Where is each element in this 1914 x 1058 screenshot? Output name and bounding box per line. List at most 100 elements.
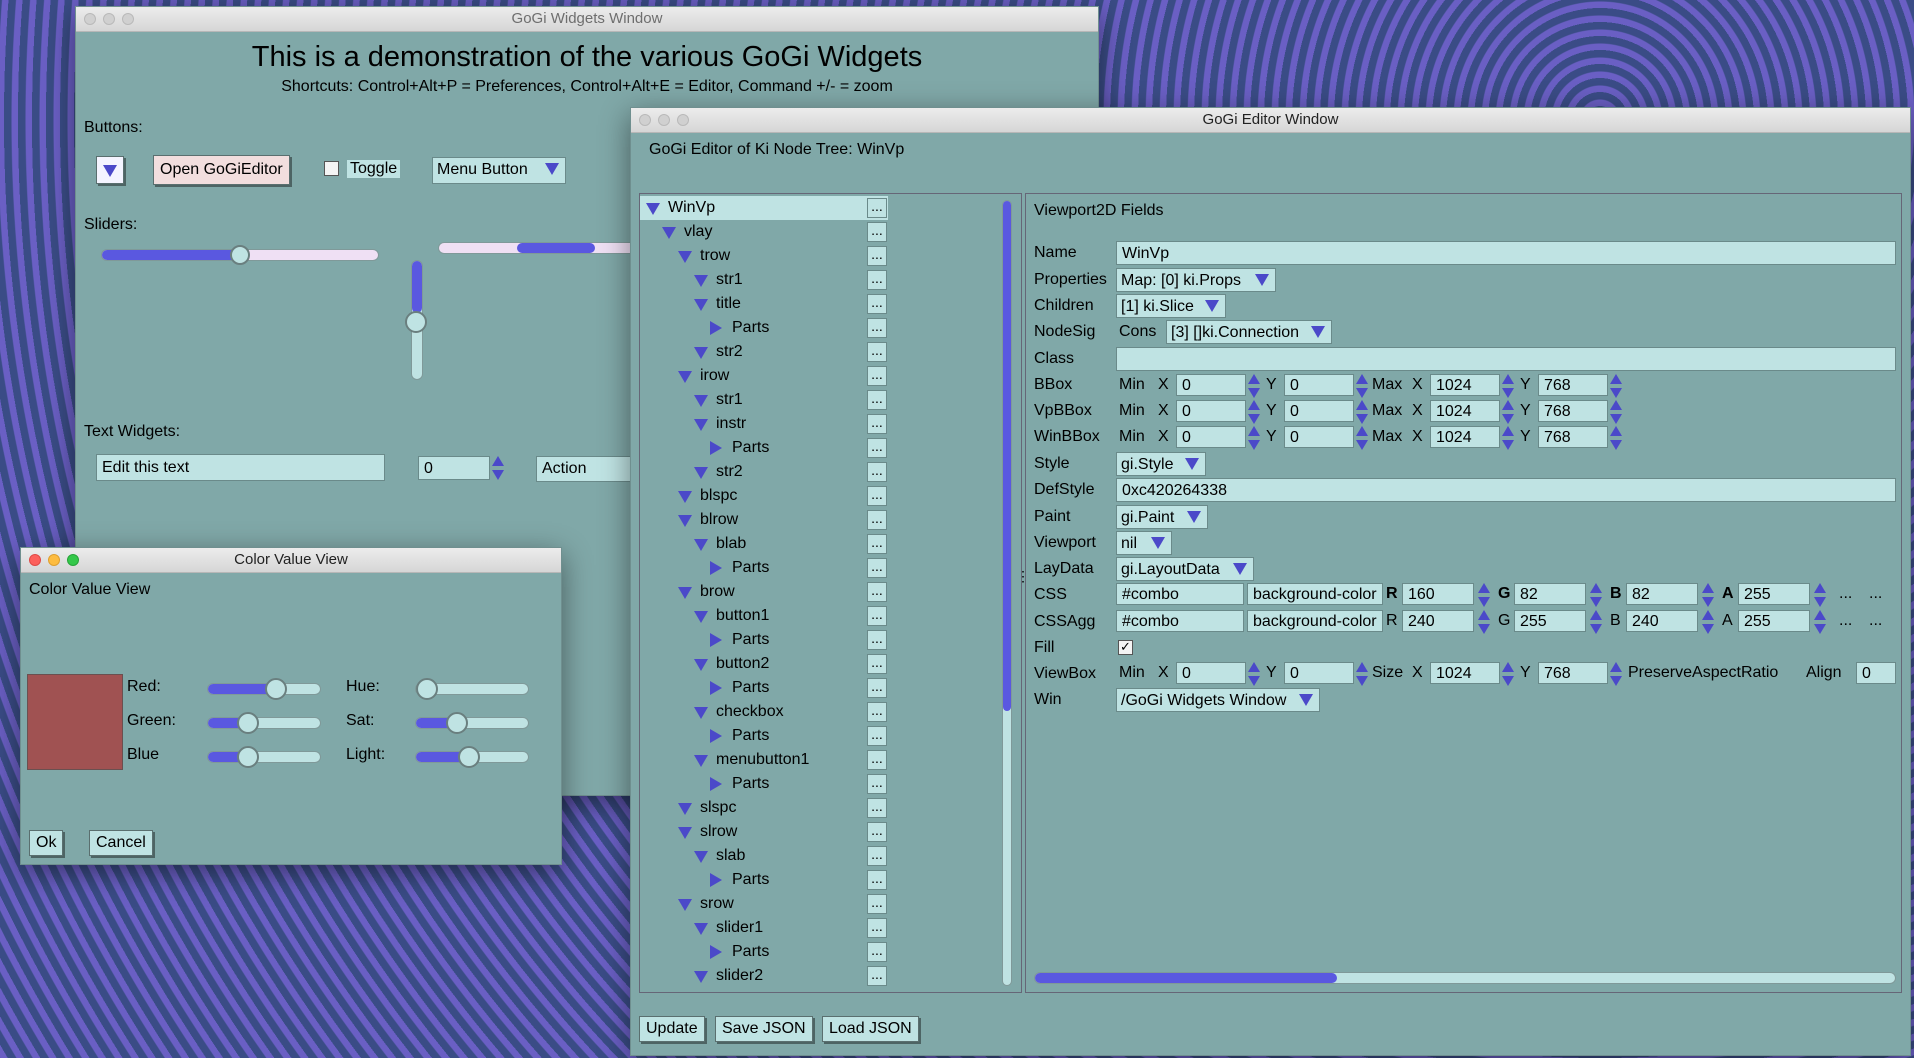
expand-triangle-icon[interactable] <box>646 203 660 215</box>
node-menu-button[interactable]: ... <box>867 750 887 770</box>
vpbbox-max-y-field[interactable]: 768 <box>1538 400 1608 422</box>
node-menu-button[interactable]: ... <box>867 366 887 386</box>
node-menu-button[interactable]: ... <box>867 198 887 218</box>
stepper-icon[interactable] <box>1610 374 1622 398</box>
menu-triangle-button[interactable] <box>96 156 124 184</box>
tree-node[interactable]: slab <box>640 844 888 868</box>
tree-node[interactable]: brow <box>640 580 888 604</box>
spin-box-input[interactable]: 0 <box>418 456 490 480</box>
winbbox-min-y-field[interactable]: 0 <box>1284 426 1354 448</box>
stepper-icon[interactable] <box>1248 400 1260 424</box>
tree-node[interactable]: blrow <box>640 508 888 532</box>
node-menu-button[interactable]: ... <box>867 270 887 290</box>
editor-window-titlebar[interactable]: GoGi Editor Window <box>631 108 1910 133</box>
node-menu-button[interactable]: ... <box>867 702 887 722</box>
tree-node[interactable]: Parts <box>640 772 888 796</box>
scrollbar-thumb[interactable] <box>1003 201 1011 711</box>
collapse-triangle-icon[interactable] <box>710 729 722 743</box>
tree-node[interactable]: instr <box>640 412 888 436</box>
stepper-icon[interactable] <box>1356 374 1368 398</box>
winbbox-max-y-field[interactable]: 768 <box>1538 426 1608 448</box>
vpbbox-min-x-field[interactable]: 0 <box>1176 400 1246 422</box>
slider-knob[interactable] <box>445 712 468 734</box>
minimize-icon[interactable] <box>48 554 60 566</box>
css-b-field[interactable]: 82 <box>1626 583 1698 605</box>
vpbbox-min-y-field[interactable]: 0 <box>1284 400 1354 422</box>
css-a-field[interactable]: 255 <box>1738 583 1810 605</box>
node-menu-button[interactable]: ... <box>867 558 887 578</box>
tree-node[interactable]: slspc <box>640 796 888 820</box>
node-menu-button[interactable]: ... <box>867 510 887 530</box>
node-menu-button[interactable]: ... <box>867 222 887 242</box>
properties-dropdown[interactable]: Map: [0] ki.Props <box>1116 268 1276 292</box>
menu-button[interactable]: Menu Button <box>432 157 566 184</box>
slider-knob[interactable] <box>458 746 481 768</box>
tree-node[interactable]: Parts <box>640 676 888 700</box>
tree-node[interactable]: Parts <box>640 556 888 580</box>
close-icon[interactable] <box>29 554 41 566</box>
node-menu-button[interactable]: ... <box>867 462 887 482</box>
expand-triangle-icon[interactable] <box>678 515 692 527</box>
tree-node[interactable]: str2 <box>640 340 888 364</box>
tree-node[interactable]: Parts <box>640 628 888 652</box>
slider-knob[interactable] <box>230 245 250 265</box>
slider-knob[interactable] <box>405 311 427 333</box>
expand-triangle-icon[interactable] <box>678 371 692 383</box>
action-button[interactable]: Action <box>536 456 636 482</box>
tree-node[interactable]: WinVp <box>640 196 888 220</box>
collapse-triangle-icon[interactable] <box>710 945 722 959</box>
cssagg-key-field[interactable]: #combo <box>1116 610 1244 632</box>
css-prop-field[interactable]: background-color <box>1247 583 1383 605</box>
collapse-triangle-icon[interactable] <box>710 441 722 455</box>
node-menu-button[interactable]: ... <box>867 894 887 914</box>
node-menu-button[interactable]: ... <box>867 822 887 842</box>
vertical-slider[interactable] <box>405 260 427 380</box>
stepper-icon[interactable] <box>1502 400 1514 424</box>
tree-node[interactable]: slider1 <box>640 916 888 940</box>
expand-triangle-icon[interactable] <box>678 491 692 503</box>
cssagg-more-button[interactable]: ... <box>1834 610 1864 632</box>
expand-triangle-icon[interactable] <box>678 587 692 599</box>
bbox-max-x-field[interactable]: 1024 <box>1430 374 1500 396</box>
collapse-triangle-icon[interactable] <box>710 777 722 791</box>
spin-box-stepper[interactable] <box>492 456 504 480</box>
node-menu-button[interactable]: ... <box>867 318 887 338</box>
tree-node[interactable]: Parts <box>640 868 888 892</box>
fill-checkbox[interactable]: ✓ <box>1118 640 1133 655</box>
expand-triangle-icon[interactable] <box>694 275 708 287</box>
tree-node[interactable]: str1 <box>640 268 888 292</box>
expand-triangle-icon[interactable] <box>678 899 692 911</box>
tree-node[interactable]: Parts <box>640 316 888 340</box>
light-slider[interactable] <box>415 746 529 768</box>
tree-node[interactable]: button1 <box>640 604 888 628</box>
viewbox-size-x-field[interactable]: 1024 <box>1430 662 1500 684</box>
stepper-icon[interactable] <box>1478 583 1490 607</box>
node-menu-button[interactable]: ... <box>867 870 887 890</box>
tree-node[interactable]: title <box>640 292 888 316</box>
stepper-icon[interactable] <box>1610 426 1622 450</box>
stepper-icon[interactable] <box>1610 662 1622 686</box>
expand-triangle-icon[interactable] <box>694 851 708 863</box>
tree-node[interactable]: checkbox <box>640 700 888 724</box>
tree-node[interactable]: slrow <box>640 820 888 844</box>
node-menu-button[interactable]: ... <box>867 390 887 410</box>
expand-triangle-icon[interactable] <box>694 611 708 623</box>
collapse-triangle-icon[interactable] <box>710 321 722 335</box>
node-menu-button[interactable]: ... <box>867 342 887 362</box>
node-menu-button[interactable]: ... <box>867 918 887 938</box>
expand-triangle-icon[interactable] <box>694 347 708 359</box>
widgets-window-titlebar[interactable]: GoGi Widgets Window <box>76 7 1098 32</box>
sat-slider[interactable] <box>415 712 529 734</box>
slider-knob[interactable] <box>264 678 287 700</box>
toggle-label[interactable]: Toggle <box>347 160 401 178</box>
laydata-dropdown[interactable]: gi.LayoutData <box>1116 557 1254 581</box>
update-button[interactable]: Update <box>639 1016 705 1042</box>
zoom-icon[interactable] <box>122 13 134 25</box>
cancel-button[interactable]: Cancel <box>89 830 153 856</box>
toggle-checkbox[interactable] <box>324 161 339 176</box>
node-menu-button[interactable]: ... <box>867 798 887 818</box>
blue-slider[interactable] <box>207 746 321 768</box>
stepper-icon[interactable] <box>1814 583 1826 607</box>
expand-triangle-icon[interactable] <box>694 299 708 311</box>
node-menu-button[interactable]: ... <box>867 966 887 986</box>
